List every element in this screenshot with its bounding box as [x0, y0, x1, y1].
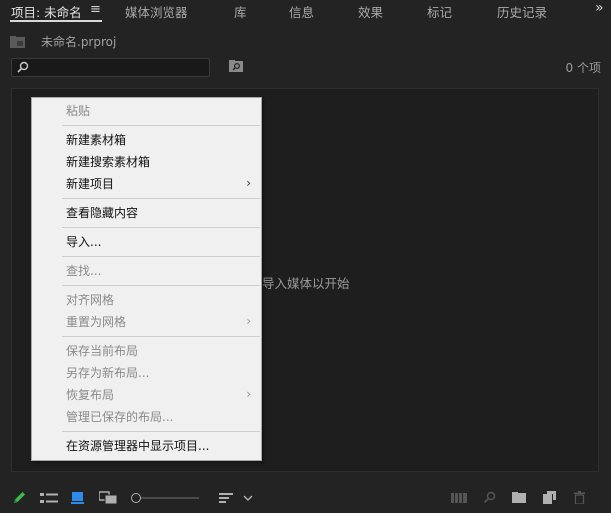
tab-project[interactable]: 项目: 未命名	[11, 2, 82, 21]
menu-item-new-bin[interactable]: 新建素材箱	[66, 133, 126, 147]
automate-to-sequence-icon	[451, 493, 467, 503]
tab-effects[interactable]: 效果	[358, 2, 383, 21]
menu-item-restore-layout[interactable]: 恢复布局	[66, 388, 114, 402]
new-search-bin-icon[interactable]	[229, 60, 243, 72]
item-count: 0 个项	[565, 61, 601, 75]
menu-item-reset-to-grid[interactable]: 重置为网格	[66, 315, 126, 329]
menu-separator	[62, 125, 260, 126]
tab-markers[interactable]: 标记	[427, 2, 452, 21]
list-view-icon[interactable]	[40, 492, 58, 504]
menu-item-manage-layouts[interactable]: 管理已保存的布局...	[66, 410, 173, 424]
panel-tab-bar: 项目: 未命名 ≡ 媒体浏览器 库 信息 效果 标记 历史记录 »	[0, 0, 611, 22]
tab-libraries[interactable]: 库	[234, 2, 247, 21]
icon-view-icon[interactable]	[71, 491, 85, 505]
menu-item-reveal-in-explorer[interactable]: 在资源管理器中显示项目...	[66, 439, 209, 453]
panel-menu-icon[interactable]: ≡	[90, 2, 101, 17]
submenu-arrow-icon: ›	[246, 387, 251, 401]
menu-separator	[62, 336, 260, 337]
search-icon	[17, 61, 29, 73]
project-file-icon	[10, 36, 25, 48]
menu-item-view-hidden[interactable]: 查看隐藏内容	[66, 206, 138, 220]
zoom-slider-handle[interactable]	[131, 493, 141, 503]
zoom-slider-track[interactable]	[141, 497, 199, 499]
search-input[interactable]	[11, 58, 210, 77]
freeform-view-icon[interactable]	[99, 491, 119, 505]
new-bin-icon[interactable]	[512, 492, 526, 503]
menu-separator	[62, 285, 260, 286]
chevron-down-icon[interactable]	[243, 494, 253, 502]
submenu-arrow-icon: ›	[246, 314, 251, 328]
menu-separator	[62, 256, 260, 257]
tab-history[interactable]: 历史记录	[497, 2, 547, 21]
menu-item-new-search-bin[interactable]: 新建搜索素材箱	[66, 155, 150, 169]
submenu-arrow-icon: ›	[246, 176, 251, 190]
new-item-icon[interactable]	[543, 491, 556, 504]
import-media-hint: 导入媒体以开始	[262, 276, 350, 291]
overflow-chevron-icon[interactable]: »	[595, 0, 604, 16]
menu-item-save-layout[interactable]: 保存当前布局	[66, 344, 138, 358]
menu-separator	[62, 198, 260, 199]
pencil-icon[interactable]	[11, 490, 27, 506]
tab-media-browser[interactable]: 媒体浏览器	[125, 2, 188, 21]
project-file-name: 未命名.prproj	[41, 35, 117, 49]
menu-item-find[interactable]: 查找...	[66, 264, 101, 278]
sort-icon[interactable]	[219, 492, 233, 504]
find-icon	[483, 491, 496, 504]
menu-item-new-item[interactable]: 新建项目	[66, 177, 114, 191]
context-menu: 粘贴 新建素材箱 新建搜索素材箱 新建项目 › 查看隐藏内容 导入... 查找.…	[31, 97, 262, 461]
menu-item-import[interactable]: 导入...	[66, 235, 101, 249]
trash-icon	[574, 491, 585, 504]
menu-separator	[62, 227, 260, 228]
menu-item-align-to-grid[interactable]: 对齐网格	[66, 293, 114, 307]
tab-info[interactable]: 信息	[289, 2, 314, 21]
active-tab-indicator	[10, 20, 102, 22]
menu-item-save-as-new-layout[interactable]: 另存为新布局...	[66, 366, 149, 380]
menu-separator	[62, 431, 260, 432]
menu-item-paste[interactable]: 粘贴	[66, 104, 90, 118]
